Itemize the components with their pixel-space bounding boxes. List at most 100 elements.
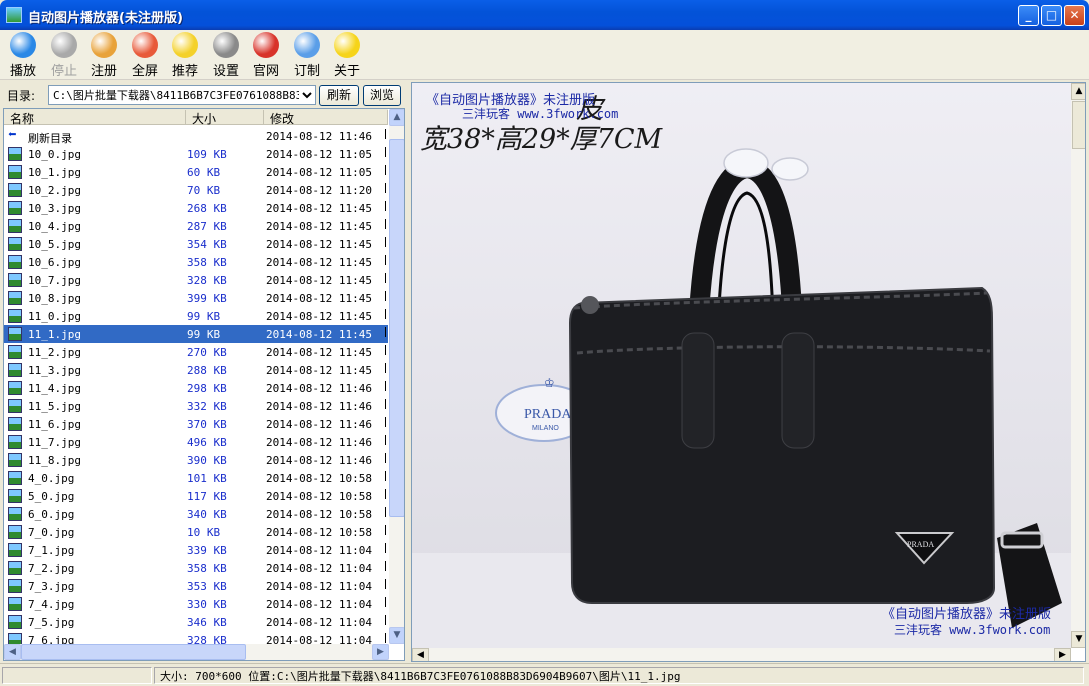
file-row[interactable]: 4_0.jpg 101 KB 2014-08-12 10:58 [4,469,388,487]
file-size: 328 KB [187,274,227,287]
file-name: 4_0.jpg [28,472,75,485]
file-modified: 2014-08-12 11:05 [266,148,372,161]
file-row[interactable]: 11_4.jpg 298 KB 2014-08-12 11:46 [4,379,388,397]
toolbar-button-settings-tools[interactable]: 设置 [206,30,246,80]
file-row[interactable]: 10_6.jpg 358 KB 2014-08-12 11:45 [4,253,388,271]
directory-select[interactable]: C:\图片批量下载器\8411B6B7C3FE0761088B83I [48,85,316,105]
file-size: 101 KB [187,472,227,485]
viewer-scroll-right-arrow[interactable]: ▶ [1054,648,1071,661]
file-row[interactable]: 10_2.jpg 70 KB 2014-08-12 11:20 [4,181,388,199]
file-modified: 2014-08-12 11:46 [266,382,372,395]
settings-tools-icon [213,32,239,58]
scroll-thumb[interactable] [389,139,404,517]
file-row[interactable]: 10_3.jpg 268 KB 2014-08-12 11:45 [4,199,388,217]
toolbar-button-label: 关于 [333,64,360,79]
image-viewer[interactable]: PRADA MILANO ♔ PRADA 皮 《自动图片播放器》未注册版 三沣玩… [411,82,1086,662]
file-row[interactable]: 7_3.jpg 353 KB 2014-08-12 11:04 [4,577,388,595]
toolbar-button-stop[interactable]: 停止 [44,30,84,80]
file-name: 11_4.jpg [28,382,81,395]
file-row[interactable]: 10_7.jpg 328 KB 2014-08-12 11:45 [4,271,388,289]
row-column-edge [385,237,386,247]
image-file-icon [8,273,22,287]
file-rows: ⬅ 刷新目录 2014-08-12 11:46 10_0.jpg 109 KB 2014-… [4,127,388,649]
row-column-edge [385,561,386,571]
file-row[interactable]: 11_8.jpg 390 KB 2014-08-12 11:46 [4,451,388,469]
file-size: 390 KB [187,454,227,467]
file-row[interactable]: 10_1.jpg 60 KB 2014-08-12 11:05 [4,163,388,181]
image-file-icon [8,291,22,305]
image-file-icon [8,183,22,197]
file-name: 10_1.jpg [28,166,81,179]
browse-button[interactable]: 浏览 [363,85,401,106]
file-list[interactable]: 名称 大小 修改 ⬅ 刷新目录 2014-08-12 11:46 10_0.jpg 10… [3,108,405,661]
viewer-scroll-left-arrow[interactable]: ◀ [412,648,429,661]
scroll-right-arrow[interactable]: ▶ [372,644,389,660]
row-column-edge [385,471,386,481]
file-name: 11_0.jpg [28,310,81,323]
file-list-vertical-scrollbar[interactable]: ▲ ▼ [389,109,404,644]
toolbar-button-register[interactable]: 注册 [84,30,124,80]
file-row[interactable]: 5_0.jpg 117 KB 2014-08-12 10:58 [4,487,388,505]
file-row[interactable]: 7_2.jpg 358 KB 2014-08-12 11:04 [4,559,388,577]
scroll-left-arrow[interactable]: ◀ [4,644,21,660]
file-size: 358 KB [187,562,227,575]
toolbar-button-users[interactable]: 订制 [287,30,327,80]
file-size: 109 KB [187,148,227,161]
viewer-scroll-thumb[interactable] [1072,101,1085,149]
scroll-up-arrow[interactable]: ▲ [389,109,404,126]
file-modified: 2014-08-12 11:46 [266,418,372,431]
column-header-name[interactable]: 名称 [4,110,186,126]
column-header-modified[interactable]: 修改 [264,110,388,126]
file-name: 10_5.jpg [28,238,81,251]
refresh-directory-row[interactable]: ⬅ 刷新目录 2014-08-12 11:46 [4,127,388,145]
file-row[interactable]: 10_8.jpg 399 KB 2014-08-12 11:45 [4,289,388,307]
file-row[interactable]: 7_1.jpg 339 KB 2014-08-12 11:04 [4,541,388,559]
file-name: 11_7.jpg [28,436,81,449]
image-file-icon [8,237,22,251]
file-row[interactable]: 11_0.jpg 99 KB 2014-08-12 11:45 [4,307,388,325]
close-button[interactable]: ✕ [1064,5,1085,26]
file-row[interactable]: 11_2.jpg 270 KB 2014-08-12 11:45 [4,343,388,361]
file-browser-panel: 目录: C:\图片批量下载器\8411B6B7C3FE0761088B83I 刷… [3,81,405,661]
viewer-horizontal-scrollbar[interactable]: ◀ ▶ [412,648,1071,661]
file-size: 10 KB [187,526,221,539]
image-file-icon [8,507,22,521]
file-row[interactable]: 10_4.jpg 287 KB 2014-08-12 11:45 [4,217,388,235]
file-row[interactable]: 11_6.jpg 370 KB 2014-08-12 11:46 [4,415,388,433]
file-name: 刷新目录 [28,132,72,145]
file-row[interactable]: 6_0.jpg 340 KB 2014-08-12 10:58 [4,505,388,523]
file-row[interactable]: 11_3.jpg 288 KB 2014-08-12 11:45 [4,361,388,379]
scroll-down-arrow[interactable]: ▼ [389,627,404,644]
file-modified: 2014-08-12 11:46 [266,454,372,467]
file-row[interactable]: 10_5.jpg 354 KB 2014-08-12 11:45 [4,235,388,253]
file-row[interactable]: 11_7.jpg 496 KB 2014-08-12 11:46 [4,433,388,451]
column-header-size[interactable]: 大小 [186,110,264,126]
image-file-icon [8,345,22,359]
file-row[interactable]: 7_5.jpg 346 KB 2014-08-12 11:04 [4,613,388,631]
file-modified: 2014-08-12 11:04 [266,580,372,593]
file-row[interactable]: 11_1.jpg 99 KB 2014-08-12 11:45 [4,325,388,343]
toolbar-button-home[interactable]: 官网 [246,30,286,80]
toolbar-button-fullscreen[interactable]: 全屏 [125,30,165,80]
horizontal-scroll-thumb[interactable] [21,644,246,660]
toolbar-button-star[interactable]: 推荐 [165,30,205,80]
toolbar-button-play[interactable]: 播放 [3,30,43,80]
file-name: 10_0.jpg [28,148,81,161]
file-list-horizontal-scrollbar[interactable]: ◀ ▶ [4,644,389,660]
file-row[interactable]: 10_0.jpg 109 KB 2014-08-12 11:05 [4,145,388,163]
minimize-button[interactable]: _ [1018,5,1039,26]
file-row[interactable]: 7_4.jpg 330 KB 2014-08-12 11:04 [4,595,388,613]
maximize-button[interactable]: □ [1041,5,1062,26]
refresh-button[interactable]: 刷新 [319,85,359,106]
toolbar-button-label: 推荐 [171,64,198,79]
file-row[interactable]: 7_0.jpg 10 KB 2014-08-12 10:58 [4,523,388,541]
viewer-vertical-scrollbar[interactable]: ▲ ▼ [1071,83,1085,648]
file-modified: 2014-08-12 11:20 [266,184,372,197]
file-name: 11_2.jpg [28,346,81,359]
viewer-scroll-down-arrow[interactable]: ▼ [1071,631,1085,648]
viewer-scroll-up-arrow[interactable]: ▲ [1071,83,1085,100]
file-row[interactable]: 11_5.jpg 332 KB 2014-08-12 11:46 [4,397,388,415]
toolbar-button-smiley[interactable]: 关于 [327,30,367,80]
file-modified: 2014-08-12 11:45 [266,364,372,377]
product-photo: PRADA MILANO ♔ PRADA 皮 《自动图片播放器》未注册版 三沣玩… [412,83,1072,648]
